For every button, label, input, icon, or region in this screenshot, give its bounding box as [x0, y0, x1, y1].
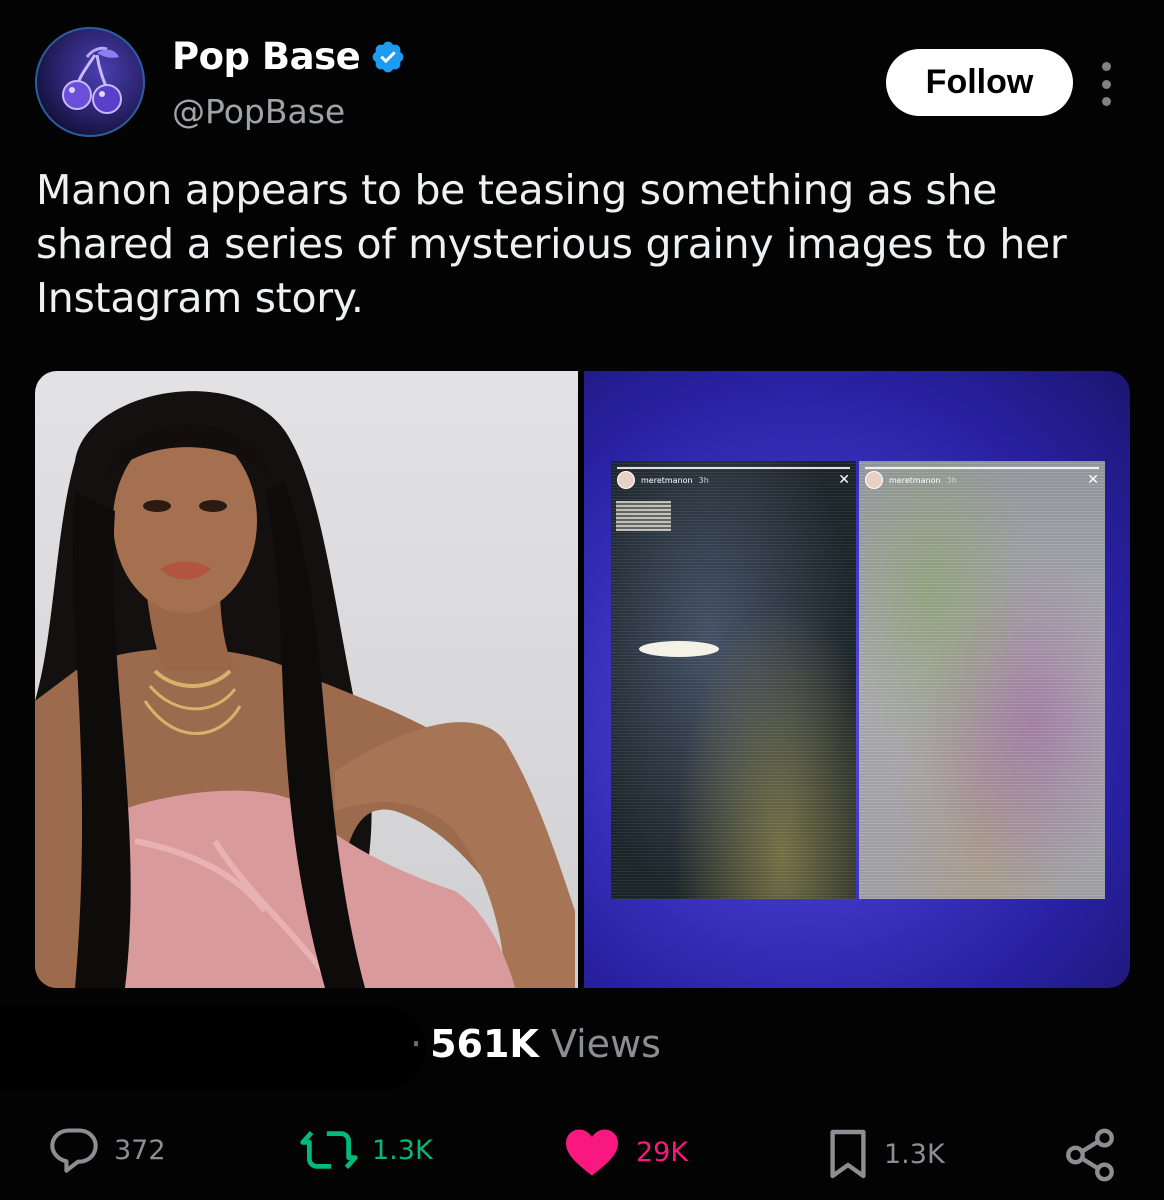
- media-photo-portrait[interactable]: [35, 371, 578, 988]
- views-count: · 561K Views: [410, 1022, 661, 1066]
- story-avatar: [617, 471, 635, 489]
- story-screenshot-left: meretmanon 3h ✕: [611, 461, 856, 899]
- retweet-icon: [300, 1130, 358, 1170]
- more-vertical-icon[interactable]: [1096, 62, 1116, 106]
- verified-badge-icon: [372, 41, 404, 72]
- story-screenshot-right: meretmanon 3h ✕: [859, 461, 1105, 899]
- separator-dot: ·: [410, 1022, 423, 1066]
- tweet-media[interactable]: meretmanon 3h ✕ meretmanon 3h ✕: [35, 371, 1130, 988]
- redacted-timestamp: [0, 1006, 425, 1090]
- action-bar: 372 1.3K 29K 1.3K: [0, 1118, 1164, 1188]
- story-age: 3h: [946, 475, 957, 485]
- follow-button[interactable]: Follow: [886, 49, 1073, 116]
- story-header: meretmanon 3h ✕: [617, 471, 850, 489]
- author-handle[interactable]: @PopBase: [172, 92, 345, 131]
- more-dot: [1101, 97, 1111, 106]
- story-username: meretmanon: [641, 475, 693, 485]
- light-blob: [639, 641, 719, 657]
- story-progress-bar: [617, 467, 850, 469]
- views-number: 561K: [430, 1022, 539, 1066]
- story-avatar: [865, 471, 883, 489]
- grain-texture: [859, 461, 1105, 899]
- story-header: meretmanon 3h ✕: [865, 471, 1099, 489]
- like-count: 29K: [636, 1136, 689, 1168]
- avatar[interactable]: [35, 27, 145, 137]
- heart-icon: [566, 1129, 618, 1176]
- media-story-collage[interactable]: meretmanon 3h ✕ meretmanon 3h ✕: [584, 371, 1130, 988]
- like-button[interactable]: 29K: [562, 1126, 688, 1178]
- more-dot: [1101, 79, 1111, 89]
- story-age: 3h: [698, 475, 709, 485]
- bookmark-button[interactable]: 1.3K: [826, 1126, 945, 1182]
- close-icon: ✕: [838, 472, 850, 488]
- reply-count: 372: [114, 1134, 166, 1166]
- retweet-count: 1.3K: [372, 1134, 433, 1166]
- story-username: meretmanon: [889, 475, 941, 485]
- portrait-illustration: [35, 391, 575, 988]
- share-button[interactable]: [1060, 1126, 1120, 1184]
- bookmark-count: 1.3K: [884, 1138, 945, 1170]
- author-display-name[interactable]: Pop Base: [172, 35, 361, 78]
- tweet-text: Manon appears to be teasing something as…: [36, 166, 1067, 322]
- close-icon: ✕: [1087, 472, 1099, 488]
- light-streak: [616, 501, 671, 531]
- more-dot: [1101, 62, 1111, 71]
- reply-button[interactable]: 372: [48, 1126, 166, 1174]
- cherry-icon: [62, 46, 122, 114]
- bookmark-icon: [830, 1129, 866, 1179]
- author-name-row[interactable]: Pop Base: [172, 35, 406, 78]
- share-icon: [1066, 1128, 1114, 1182]
- story-progress-bar: [865, 467, 1099, 469]
- views-label: Views: [550, 1022, 661, 1066]
- retweet-button[interactable]: 1.3K: [300, 1126, 433, 1174]
- reply-icon: [50, 1128, 98, 1173]
- tweet-page: Pop Base @PopBase Follow Manon appears t…: [0, 0, 1164, 1200]
